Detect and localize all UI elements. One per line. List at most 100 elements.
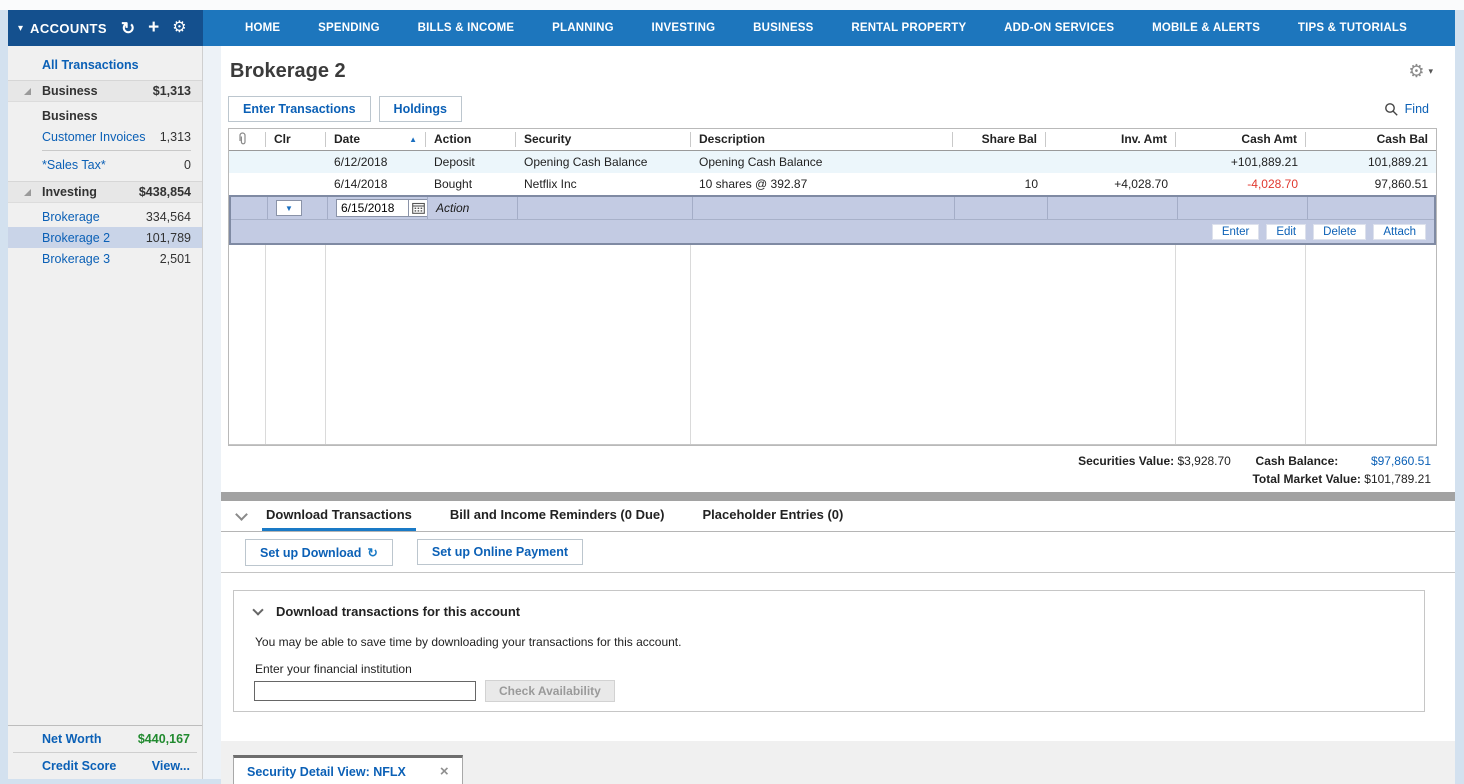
- sidebar-group-investing[interactable]: Investing $438,854: [8, 181, 202, 203]
- new-transaction-editor: ▼: [229, 195, 1436, 245]
- gear-icon[interactable]: ⚙: [1408, 61, 1424, 82]
- nav-item-investing[interactable]: INVESTING: [652, 22, 716, 34]
- group-total: $438,854: [139, 185, 191, 199]
- download-panel-description: You may be able to save time by download…: [255, 635, 1424, 649]
- accounts-panel-title: ACCOUNTS: [30, 21, 107, 36]
- credit-score-row[interactable]: Credit Score View...: [8, 753, 202, 779]
- delete-button[interactable]: Delete: [1313, 224, 1366, 240]
- caret-down-icon[interactable]: ▾: [18, 23, 23, 34]
- refresh-icon[interactable]: ↻: [121, 20, 135, 37]
- cell-action: Bought: [426, 177, 516, 191]
- bottom-tab-bar: Download Transactions Bill and Income Re…: [221, 501, 1455, 532]
- clr-column-header[interactable]: Clr: [266, 132, 326, 147]
- sidebar-item-all-transactions[interactable]: All Transactions: [8, 54, 202, 80]
- calendar-picker-button[interactable]: [408, 199, 428, 217]
- clr-dropdown[interactable]: ▼: [276, 200, 302, 216]
- find-label: Find: [1405, 102, 1429, 116]
- nav-item-rental-property[interactable]: RENTAL PROPERTY: [851, 22, 966, 34]
- attachment-column-header[interactable]: [229, 132, 266, 147]
- table-row[interactable]: 6/14/2018 Bought Netflix Inc 10 shares @…: [229, 173, 1436, 195]
- cell-action: Deposit: [426, 155, 516, 169]
- nav-item-addon-services[interactable]: ADD-ON SERVICES: [1004, 22, 1114, 34]
- add-account-icon[interactable]: +: [148, 18, 159, 37]
- sidebar-item-customer-invoices[interactable]: Customer Invoices 1,313: [8, 126, 202, 147]
- security-detail-view-label: Security Detail View: NFLX: [247, 765, 406, 779]
- sidebar-item-brokerage-2[interactable]: Brokerage 2 101,789: [8, 227, 202, 248]
- cash-balance-label: Cash Balance:: [1256, 454, 1339, 468]
- set-up-download-button[interactable]: Set up Download ↻: [245, 539, 393, 566]
- group-total: $1,313: [153, 84, 191, 98]
- refresh-icon: ↻: [367, 546, 377, 560]
- nav-item-tips-tutorials[interactable]: TIPS & TUTORIALS: [1298, 22, 1407, 34]
- sort-asc-icon: ▲: [409, 132, 417, 147]
- group-label: Investing: [42, 185, 97, 199]
- register-toolbar: Enter Transactions Holdings Find: [221, 90, 1455, 128]
- total-market-value: $101,789.21: [1364, 472, 1431, 486]
- security-column-header[interactable]: Security: [516, 132, 691, 147]
- transaction-register: Clr Date ▲ Action Security Description S…: [228, 128, 1437, 446]
- nav-item-planning[interactable]: PLANNING: [552, 22, 614, 34]
- enter-button[interactable]: Enter: [1212, 224, 1260, 240]
- sidebar-item-brokerage-3[interactable]: Brokerage 3 2,501: [8, 248, 202, 269]
- credit-score-view-link[interactable]: View...: [152, 759, 190, 773]
- sidebar-item-business-parent[interactable]: Business: [8, 105, 202, 126]
- nav-item-home[interactable]: HOME: [245, 22, 280, 34]
- check-availability-button[interactable]: Check Availability: [485, 680, 615, 702]
- security-detail-view-tab[interactable]: Security Detail View: NFLX ×: [233, 755, 463, 784]
- tab-bill-income-reminders[interactable]: Bill and Income Reminders (0 Due): [446, 501, 669, 531]
- enter-transactions-button[interactable]: Enter Transactions: [228, 96, 371, 122]
- search-icon: [1384, 102, 1399, 117]
- net-worth-row[interactable]: Net Worth $440,167: [8, 726, 202, 752]
- tab-placeholder-entries[interactable]: Placeholder Entries (0): [698, 501, 847, 531]
- account-label: *Sales Tax*: [42, 158, 106, 172]
- sidebar-group-business[interactable]: Business $1,313: [8, 80, 202, 102]
- nav-item-business[interactable]: BUSINESS: [753, 22, 813, 34]
- nav-item-mobile-alerts[interactable]: MOBILE & ALERTS: [1152, 22, 1260, 34]
- action-column-header[interactable]: Action: [426, 132, 516, 147]
- register-empty-area[interactable]: [229, 245, 1436, 445]
- edit-button[interactable]: Edit: [1266, 224, 1306, 240]
- app-window: ▾ ACCOUNTS ↻ + ⚙ HOME SPENDING BILLS & I…: [8, 10, 1455, 779]
- find-control[interactable]: Find: [1384, 102, 1429, 117]
- holdings-button[interactable]: Holdings: [379, 96, 462, 122]
- cell-cash-amt: +101,889.21: [1176, 155, 1306, 169]
- cash-amt-column-header[interactable]: Cash Amt: [1176, 132, 1306, 147]
- account-label: Brokerage: [42, 210, 100, 224]
- cell-description: Opening Cash Balance: [691, 155, 953, 169]
- register-settings-menu[interactable]: ⚙ ▾: [1408, 61, 1433, 82]
- chevron-down-icon[interactable]: [252, 604, 263, 615]
- pane-splitter-handle[interactable]: [221, 492, 1455, 501]
- financial-institution-input[interactable]: [254, 681, 476, 701]
- tab-download-transactions[interactable]: Download Transactions: [262, 501, 416, 531]
- top-bar: ▾ ACCOUNTS ↻ + ⚙ HOME SPENDING BILLS & I…: [8, 10, 1455, 46]
- net-worth-value: $440,167: [138, 732, 190, 746]
- date-input[interactable]: [336, 199, 408, 217]
- account-balance: 0: [184, 158, 191, 172]
- set-up-online-payment-button[interactable]: Set up Online Payment: [417, 539, 583, 565]
- total-market-value-label: Total Market Value:: [1252, 472, 1360, 486]
- nav-item-bills-income[interactable]: BILLS & INCOME: [418, 22, 515, 34]
- net-worth-label: Net Worth: [42, 732, 102, 746]
- date-column-header[interactable]: Date ▲: [326, 132, 426, 147]
- share-bal-column-header[interactable]: Share Bal: [953, 132, 1046, 147]
- inv-amt-column-header[interactable]: Inv. Amt: [1046, 132, 1176, 147]
- attach-button[interactable]: Attach: [1373, 224, 1426, 240]
- nav-item-spending[interactable]: SPENDING: [318, 22, 380, 34]
- sidebar-item-brokerage[interactable]: Brokerage 334,564: [8, 206, 202, 227]
- account-label: Business: [42, 109, 98, 123]
- cash-bal-column-header[interactable]: Cash Bal: [1306, 132, 1436, 147]
- group-label: Business: [42, 84, 98, 98]
- set-up-download-label: Set up Download: [260, 546, 361, 560]
- cash-balance-value[interactable]: $97,860.51: [1371, 454, 1431, 468]
- table-row[interactable]: 6/12/2018 Deposit Opening Cash Balance O…: [229, 151, 1436, 173]
- account-label: Customer Invoices: [42, 130, 146, 144]
- action-field-placeholder[interactable]: Action: [436, 201, 469, 215]
- chevron-down-icon[interactable]: [235, 508, 248, 521]
- window-top-edge: [0, 0, 1464, 10]
- close-icon[interactable]: ×: [440, 764, 449, 779]
- gear-icon[interactable]: ⚙: [172, 20, 186, 36]
- description-column-header[interactable]: Description: [691, 132, 953, 147]
- credit-score-label: Credit Score: [42, 759, 116, 773]
- sidebar-item-sales-tax[interactable]: *Sales Tax* 0: [8, 154, 202, 175]
- edit-buttons-row: Enter Edit Delete Attach: [231, 219, 1434, 243]
